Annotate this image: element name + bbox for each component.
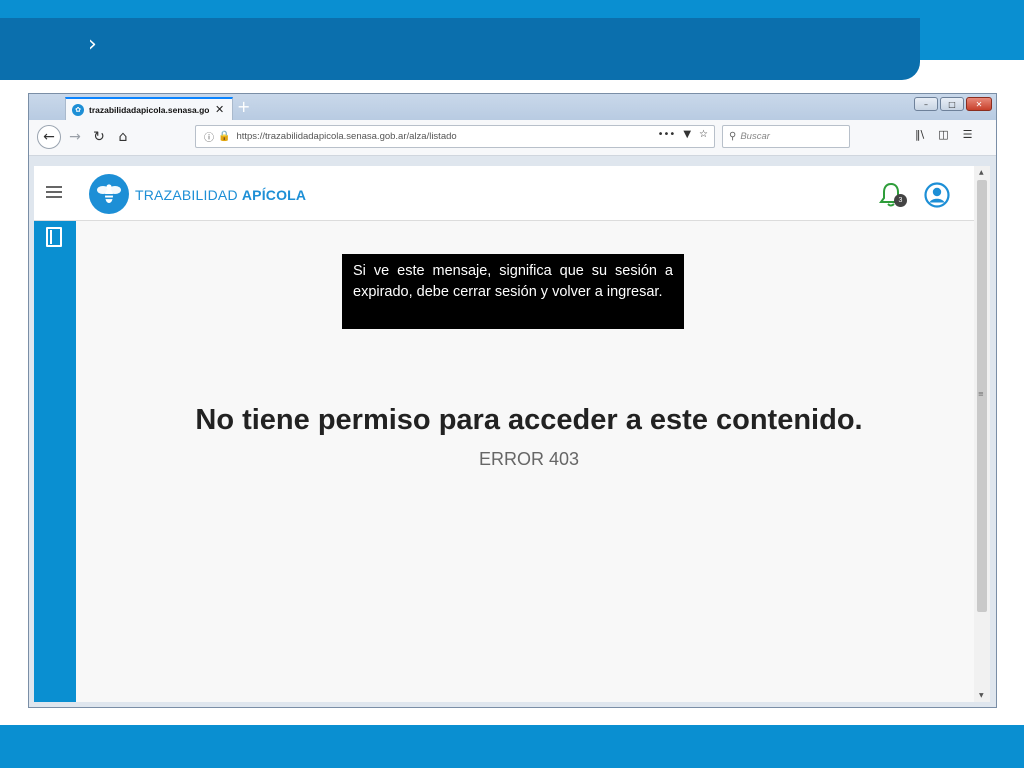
browser-navbar: ← → ↻ ⌂ ⓘ 🔒 https://trazabilidadapicola.… <box>29 120 996 156</box>
address-bar[interactable]: ⓘ 🔒 https://trazabilidadapicola.senasa.g… <box>195 125 715 148</box>
chevron-right-icon: › <box>88 32 97 57</box>
search-placeholder: Buscar <box>740 131 770 142</box>
new-tab-button[interactable]: + <box>237 97 250 116</box>
browser-window: ✿ trazabilidadapicola.senasa.gob.ar ✕ + … <box>28 93 997 708</box>
close-window-button[interactable]: ✕ <box>966 97 992 111</box>
maximize-button[interactable]: □ <box>940 97 964 111</box>
bookmark-star-icon[interactable]: ☆ <box>699 129 708 140</box>
hamburger-menu-icon[interactable] <box>46 186 62 198</box>
home-button[interactable]: ⌂ <box>111 125 135 149</box>
info-icon[interactable]: ⓘ <box>204 129 214 144</box>
user-avatar-icon[interactable] <box>924 182 950 208</box>
error-title: No tiene permiso para acceder a este con… <box>195 404 863 436</box>
library-icon[interactable]: ‖\ <box>915 128 924 141</box>
scroll-up-arrow-icon[interactable]: ▲ <box>979 169 984 176</box>
search-icon: ⚲ <box>729 131 737 142</box>
back-button[interactable]: ← <box>37 125 61 149</box>
reload-button[interactable]: ↻ <box>87 125 111 149</box>
app-header: TRAZABILIDAD APÍCOLA 3 <box>34 166 979 221</box>
pocket-icon[interactable]: ▼ <box>683 129 691 140</box>
browser-tab[interactable]: ✿ trazabilidadapicola.senasa.gob.ar ✕ <box>65 97 233 120</box>
url-text[interactable]: https://trazabilidadapicola.senasa.gob.a… <box>236 131 456 142</box>
sidebar-document-icon[interactable] <box>46 227 62 247</box>
tab-title: trazabilidadapicola.senasa.gob.ar <box>89 104 209 115</box>
scrollbar-grip-icon: ≡ <box>978 390 984 398</box>
sidebar-toggle-icon[interactable]: ◫ <box>938 128 948 141</box>
lock-icon: 🔒 <box>218 131 231 142</box>
bee-logo-icon[interactable] <box>89 174 129 214</box>
scroll-down-arrow-icon[interactable]: ▼ <box>979 692 984 699</box>
minimize-button[interactable]: – <box>914 97 938 111</box>
session-expired-notice: Si ve este mensaje, significa que su ses… <box>342 254 684 329</box>
browser-toolbar-icons: ‖\ ◫ ☰ <box>915 128 973 141</box>
search-input[interactable]: ⚲ Buscar <box>722 125 850 148</box>
slide-bottom-band <box>0 725 1024 768</box>
forward-button[interactable]: → <box>63 125 87 149</box>
slide-title-bar <box>0 18 920 80</box>
url-actions: ••• ▼ ☆ <box>658 129 708 140</box>
tab-close-icon[interactable]: ✕ <box>215 103 224 116</box>
brand-name[interactable]: TRAZABILIDAD APÍCOLA <box>135 187 306 203</box>
menu-icon[interactable]: ☰ <box>963 128 973 141</box>
error-code: ERROR 403 <box>478 449 580 469</box>
page-actions-icon[interactable]: ••• <box>658 129 676 140</box>
browser-titlebar: ✿ trazabilidadapicola.senasa.gob.ar ✕ + … <box>29 94 996 120</box>
window-controls: – □ ✕ <box>914 97 992 111</box>
web-page: TRAZABILIDAD APÍCOLA 3 Si ve este mensaj… <box>34 166 979 702</box>
notification-count-badge: 3 <box>894 194 907 207</box>
site-favicon-icon: ✿ <box>72 103 84 116</box>
